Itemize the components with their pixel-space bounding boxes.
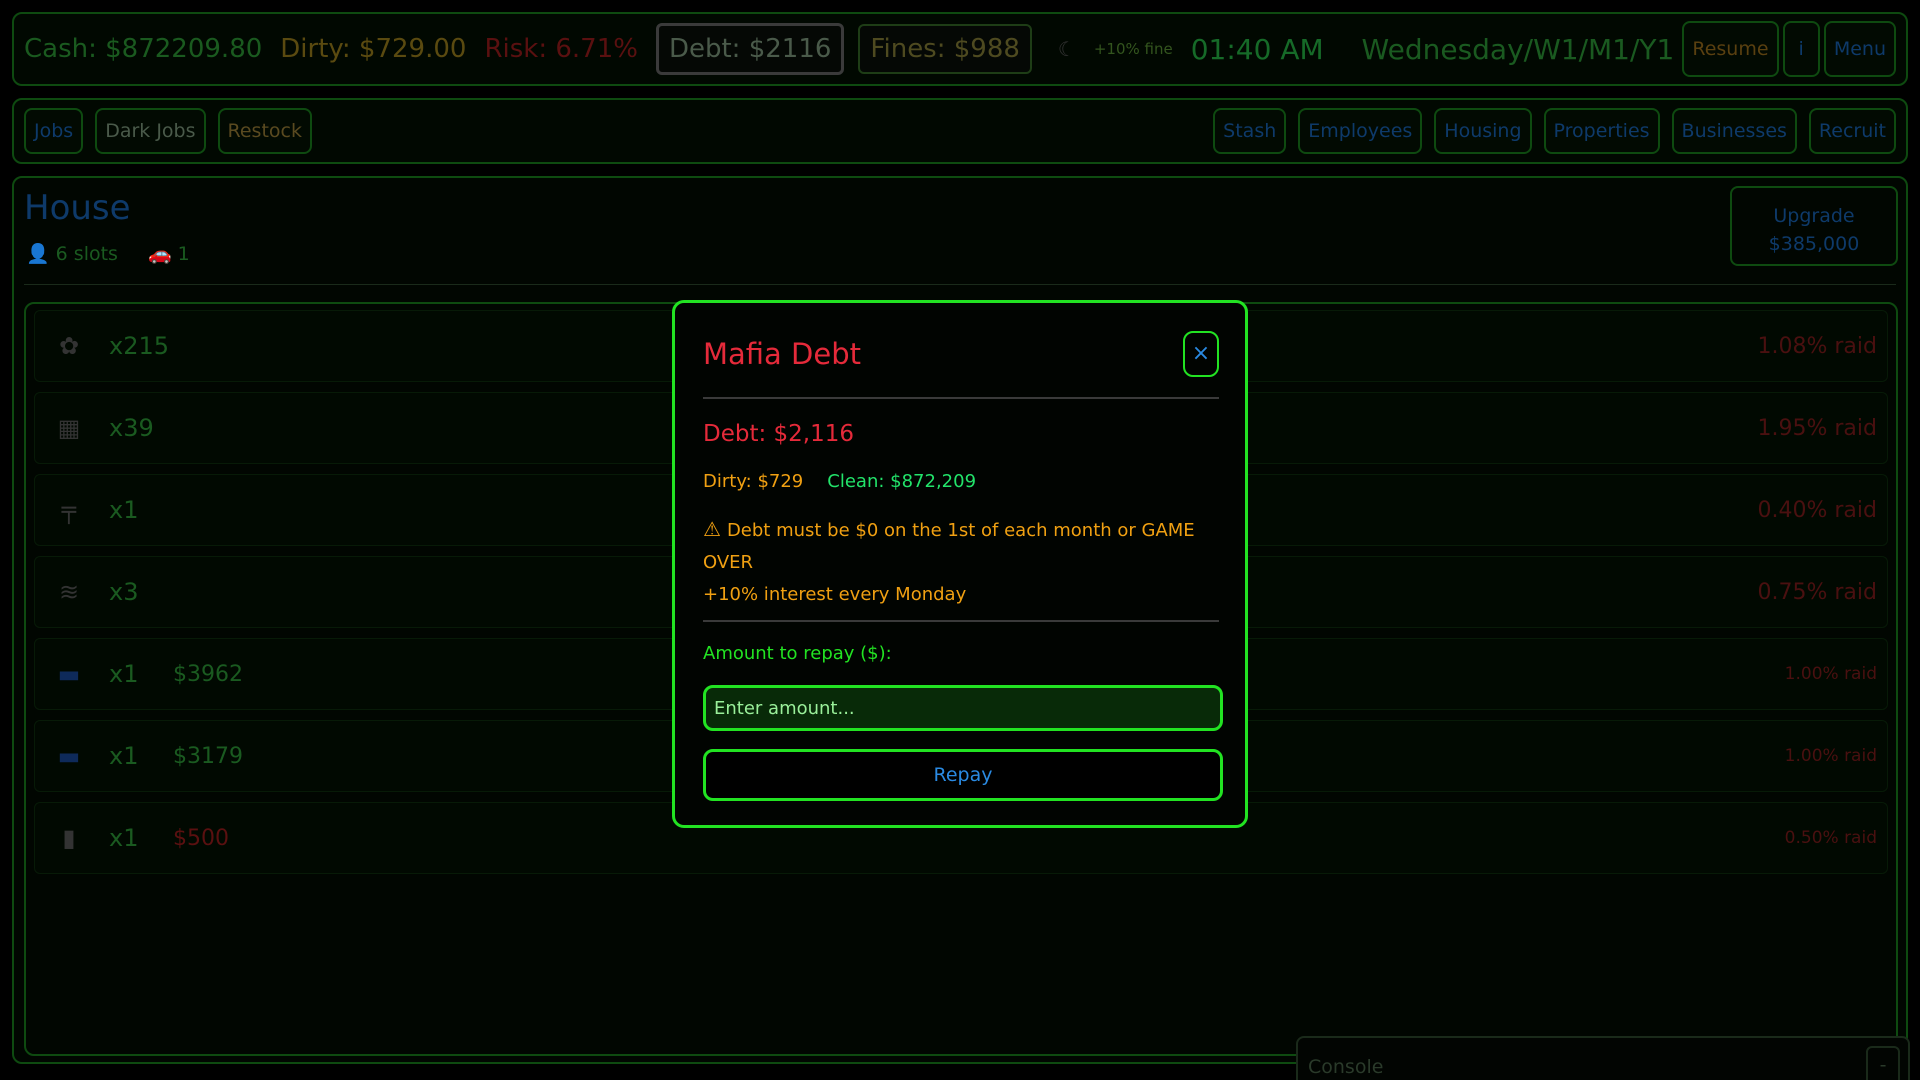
- house-meta: 👤 6 slots 🚗 1: [26, 242, 190, 265]
- nav-employees[interactable]: Employees: [1298, 108, 1423, 154]
- console-panel[interactable]: Console -: [1296, 1036, 1910, 1080]
- debt-button[interactable]: Debt: $2116: [655, 23, 845, 75]
- card-icon: ▬: [57, 660, 81, 688]
- item-qty: x1: [109, 824, 139, 852]
- warning-text: Debt must be $0 on the 1st of each month…: [703, 520, 1195, 573]
- risk-stat: Risk: 6.71%: [484, 34, 638, 64]
- game-clock: 01:40 AM: [1190, 32, 1324, 66]
- card-icon: ▬: [57, 742, 81, 770]
- mafia-debt-modal: Mafia Debt × Debt: $2,116 Dirty: $729 Cl…: [672, 300, 1248, 828]
- nav-businesses[interactable]: Businesses: [1671, 108, 1797, 154]
- divider: [24, 284, 1896, 285]
- close-button[interactable]: ×: [1183, 331, 1219, 377]
- amount-label: Amount to repay ($):: [703, 643, 892, 664]
- house-title: House: [24, 188, 131, 228]
- modal-divider: [703, 620, 1219, 622]
- status-bar: Cash: $872209.80 Dirty: $729.00 Risk: 6.…: [12, 12, 1908, 86]
- item-raid: 0.40% raid: [1757, 497, 1878, 523]
- house-vehicles: 1: [177, 243, 190, 265]
- nav-dark-jobs[interactable]: Dark Jobs: [95, 108, 206, 154]
- car-icon: 🚗: [147, 243, 172, 265]
- interest-text: +10% interest every Monday: [703, 584, 967, 605]
- item-price: $500: [173, 825, 229, 851]
- modal-clean: Clean: $872,209: [827, 471, 977, 492]
- item-qty: x1: [109, 496, 139, 524]
- nav-jobs[interactable]: Jobs: [24, 108, 84, 154]
- repay-button[interactable]: Repay: [703, 749, 1223, 801]
- modal-title: Mafia Debt: [703, 337, 861, 371]
- modal-balances: Dirty: $729 Clean: $872,209: [703, 471, 976, 492]
- nav-properties[interactable]: Properties: [1543, 108, 1660, 154]
- item-qty: x215: [109, 332, 170, 360]
- cash-stat: Cash: $872209.80: [24, 34, 263, 64]
- item-price: $3179: [173, 743, 243, 769]
- pistol-icon: ╤: [61, 496, 77, 524]
- item-qty: x3: [109, 578, 139, 606]
- amount-input[interactable]: [703, 685, 1223, 731]
- upgrade-button[interactable]: Upgrade $385,000: [1730, 186, 1898, 266]
- menu-button[interactable]: Menu: [1823, 21, 1896, 77]
- game-date: Wednesday/W1/M1/Y1: [1361, 32, 1675, 66]
- item-price: $3962: [173, 661, 243, 687]
- person-icon: 👤: [26, 243, 50, 265]
- nav-stash[interactable]: Stash: [1213, 108, 1287, 154]
- modal-dirty: Dirty: $729: [703, 471, 804, 492]
- item-raid: 1.08% raid: [1757, 333, 1878, 359]
- nav-housing[interactable]: Housing: [1434, 108, 1532, 154]
- moon-icon: ☾: [1057, 37, 1076, 61]
- item-qty: x1: [109, 742, 139, 770]
- cash-stack-icon: ≋: [58, 578, 80, 606]
- item-raid: 1.95% raid: [1757, 415, 1878, 441]
- resume-button[interactable]: Resume: [1682, 21, 1779, 77]
- upgrade-label: Upgrade: [1773, 205, 1855, 227]
- weed-icon: ✿: [58, 332, 80, 360]
- modal-debt: Debt: $2,116: [703, 421, 855, 447]
- nav-restock[interactable]: Restock: [217, 108, 312, 154]
- item-qty: x39: [109, 414, 154, 442]
- console-minimize-button[interactable]: -: [1866, 1046, 1900, 1080]
- item-raid: 0.50% raid: [1784, 828, 1877, 848]
- item-raid: 0.75% raid: [1757, 579, 1878, 605]
- fine-note: +10% fine: [1093, 40, 1173, 58]
- nav-recruit[interactable]: Recruit: [1808, 108, 1896, 154]
- close-icon: ×: [1191, 341, 1211, 366]
- bag-icon: ▦: [57, 414, 81, 442]
- house-slots: 6 slots: [55, 243, 118, 265]
- fines-button[interactable]: Fines: $988: [858, 24, 1032, 74]
- item-raid: 1.00% raid: [1784, 746, 1877, 766]
- item-raid: 1.00% raid: [1784, 664, 1877, 684]
- warning-icon: ⚠: [703, 517, 721, 541]
- nav-bar: Jobs Dark Jobs Restock Stash Employees H…: [12, 98, 1908, 164]
- bottle-icon: ▮: [62, 824, 76, 852]
- info-button[interactable]: i: [1782, 21, 1820, 77]
- upgrade-price: $385,000: [1768, 233, 1860, 255]
- modal-warning: ⚠ Debt must be $0 on the 1st of each mont…: [703, 513, 1223, 611]
- item-qty: x1: [109, 660, 139, 688]
- dirty-stat: Dirty: $729.00: [280, 34, 467, 64]
- console-title: Console: [1308, 1056, 1384, 1078]
- modal-divider: [703, 397, 1219, 399]
